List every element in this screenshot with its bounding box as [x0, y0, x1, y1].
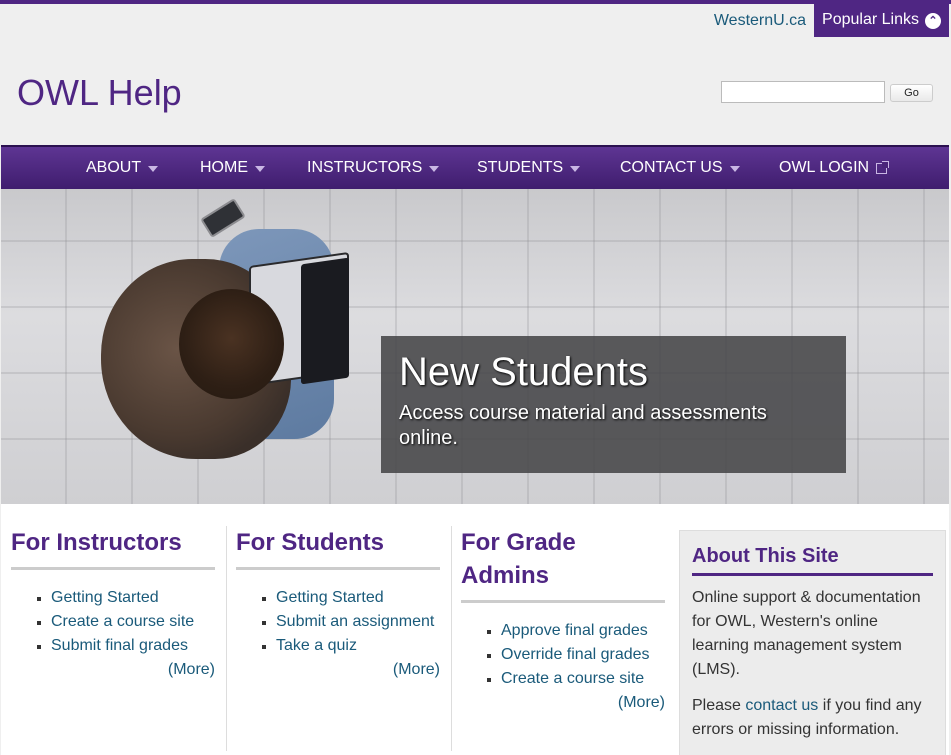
- list-item[interactable]: Getting Started: [37, 586, 215, 610]
- nav-item-contact-us[interactable]: CONTACT US: [620, 159, 740, 177]
- column-divider: [451, 526, 452, 751]
- student-head-image: [179, 289, 284, 399]
- hero-text: Access course material and assessments o…: [399, 402, 767, 449]
- nav-item-label: HOME: [200, 159, 248, 176]
- chevron-up-icon: ⌃: [925, 13, 941, 29]
- westernu-link[interactable]: WesternU.ca: [714, 4, 814, 37]
- grade-admins-links: Approve final grades Override final grad…: [487, 619, 665, 691]
- grade-admins-heading: For Grade Admins: [461, 526, 665, 603]
- students-more-link[interactable]: (More): [236, 658, 440, 682]
- list-item[interactable]: Getting Started: [262, 586, 440, 610]
- instructors-heading: For Instructors: [11, 526, 215, 570]
- nav-item-label: OWL LOGIN: [779, 159, 870, 176]
- caret-down-icon: [729, 165, 740, 172]
- about-panel: About This Site Online support & documen…: [679, 530, 946, 755]
- list-item[interactable]: Create a course site: [487, 667, 665, 691]
- phone-image: [200, 198, 246, 238]
- instructors-section: For Instructors Getting Started Create a…: [11, 526, 215, 682]
- list-item[interactable]: Take a quiz: [262, 634, 440, 658]
- students-links: Getting Started Submit an assignment Tak…: [262, 586, 440, 658]
- nav-item-label: STUDENTS: [477, 159, 564, 176]
- list-item[interactable]: Create a course site: [37, 610, 215, 634]
- column-divider: [226, 526, 227, 751]
- instructors-links: Getting Started Create a course site Sub…: [37, 586, 215, 658]
- caret-down-icon: [570, 165, 581, 172]
- nav-item-about[interactable]: ABOUT: [86, 159, 159, 177]
- students-heading: For Students: [236, 526, 440, 570]
- utility-bar: WesternU.ca Popular Links ⌃: [714, 4, 949, 37]
- students-section: For Students Getting Started Submit an a…: [236, 526, 440, 682]
- go-button[interactable]: Go: [890, 84, 933, 102]
- nav-item-home[interactable]: HOME: [200, 159, 265, 177]
- contact-prefix: Please: [692, 697, 746, 714]
- caret-down-icon: [255, 165, 265, 172]
- grade-admins-more-link[interactable]: (More): [461, 691, 665, 715]
- list-item[interactable]: Submit final grades: [37, 634, 215, 658]
- instructors-more-link[interactable]: (More): [11, 658, 215, 682]
- laptop-screen-image: [301, 257, 349, 385]
- hero-title: New Students: [399, 350, 649, 394]
- nav-item-instructors[interactable]: INSTRUCTORS: [307, 159, 440, 177]
- popular-links-button[interactable]: Popular Links ⌃: [814, 4, 949, 37]
- external-link-icon: [876, 160, 890, 174]
- about-contact: Please contact us if you find any errors…: [692, 694, 933, 742]
- site-title[interactable]: OWL Help: [17, 72, 182, 114]
- caret-down-icon: [148, 165, 159, 172]
- nav-item-label: ABOUT: [86, 159, 142, 176]
- popular-links-label: Popular Links: [822, 11, 919, 28]
- about-description: Online support & documentation for OWL, …: [692, 589, 921, 678]
- list-item[interactable]: Approve final grades: [487, 619, 665, 643]
- nav-item-students[interactable]: STUDENTS: [477, 159, 581, 177]
- contact-us-link[interactable]: contact us: [745, 697, 818, 714]
- list-item[interactable]: Submit an assignment: [262, 610, 440, 634]
- nav-item-label: CONTACT US: [620, 159, 723, 176]
- search-input[interactable]: [721, 81, 885, 103]
- caret-down-icon: [429, 165, 440, 172]
- about-heading: About This Site: [692, 545, 933, 576]
- nav-item-label: INSTRUCTORS: [307, 159, 423, 176]
- list-item[interactable]: Override final grades: [487, 643, 665, 667]
- hero-caption: New Students Access course material and …: [381, 336, 846, 473]
- hero-banner[interactable]: New Students Access course material and …: [1, 189, 949, 504]
- nav-item-owl-login[interactable]: OWL LOGIN: [779, 159, 890, 177]
- grade-admins-section: For Grade Admins Approve final grades Ov…: [461, 526, 665, 715]
- main-nav: ABOUT HOME INSTRUCTORS STUDENTS CONTACT …: [1, 145, 949, 189]
